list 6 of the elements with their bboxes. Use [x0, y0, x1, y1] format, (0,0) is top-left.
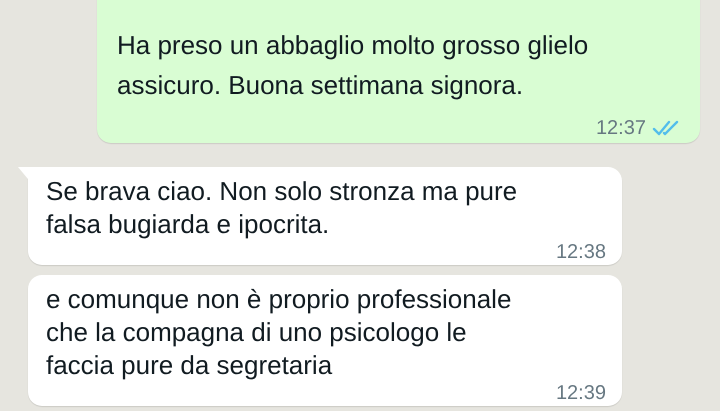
message-text: Ha preso un abbaglio molto grosso glielo assicuro. Buona settimana signora.	[117, 29, 590, 102]
message-text: e comunque non è proprio professionale che la compagna di uno psicologo le faccia pure da segretaria	[46, 283, 512, 382]
message-time: 12:37	[596, 116, 646, 141]
message-time: 12:39	[556, 381, 606, 406]
message-time: 12:38	[556, 240, 606, 265]
message-text: Se brava ciao. Non solo stronza ma pure falsa bugiarda e ipocrita.	[46, 175, 518, 241]
